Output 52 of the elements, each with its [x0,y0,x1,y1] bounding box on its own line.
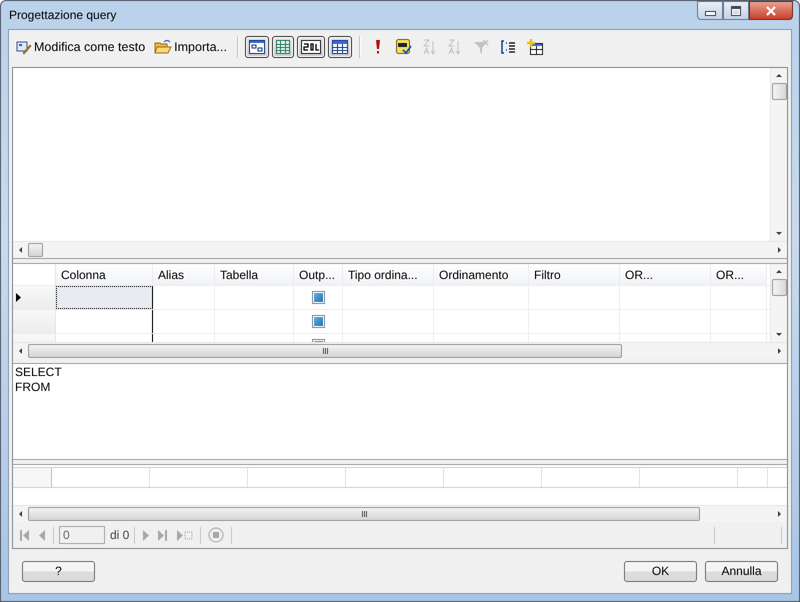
horizontal-scrollbar[interactable] [13,505,787,522]
grid-icon [276,40,290,54]
column-header[interactable]: OR... [620,264,711,285]
help-button[interactable]: ? [22,560,95,582]
close-button[interactable] [749,1,793,20]
diagram-icon [248,40,265,54]
cancel-button[interactable]: Annulla [705,560,778,582]
pencil-window-icon [16,38,32,54]
horizontal-scrollbar[interactable] [13,342,787,359]
exclamation-icon [374,39,381,54]
sql-icon [300,40,321,54]
row-header[interactable] [13,286,56,309]
column-header[interactable]: Outp... [294,264,343,285]
output-checkbox[interactable] [312,315,324,328]
horizontal-scrollbar[interactable] [13,241,787,258]
import-button[interactable]: Importa... [151,36,230,58]
output-checkbox[interactable] [312,291,324,304]
sql-pane-button[interactable] [296,36,325,58]
maximize-button[interactable] [723,1,749,20]
window-title: Progettazione query [9,8,116,22]
column-header[interactable]: Colonna [56,264,153,285]
column-header[interactable]: Filtro [529,264,620,285]
grid-cell[interactable] [56,286,153,309]
column-header[interactable]: Tabella [215,264,294,285]
vertical-scrollbar[interactable] [770,264,787,342]
diagram-pane-button[interactable] [244,36,269,58]
folder-icon [154,38,172,54]
current-row-icon [16,293,21,302]
results-header-cell[interactable] [13,468,52,487]
sql-editor[interactable]: SELECT FROM [13,364,787,460]
column-header[interactable]: OR... [711,264,767,285]
minimize-button[interactable] [697,1,723,20]
column-header[interactable]: Ordinamento [434,264,529,285]
record-count: di 0 [110,528,130,542]
add-table-icon [526,38,543,54]
vertical-scrollbar[interactable] [770,68,787,241]
filter-icon [472,38,489,54]
sql-line: FROM [15,380,52,395]
table-icon [332,40,348,54]
column-header[interactable]: Alias [153,264,215,285]
grid-pane-button[interactable] [272,36,294,58]
column-header[interactable]: Tipo ordina... [343,264,434,285]
sql-line: SELECT [15,365,63,380]
edit-as-text-button[interactable]: Modifica come testo [13,36,148,58]
results-pane-button[interactable] [328,36,352,58]
sort-icon [422,38,437,54]
record-field[interactable]: 0 [59,526,105,544]
check-document-icon [396,38,412,54]
bracket-list-icon [500,40,516,54]
ok-button[interactable]: OK [624,560,697,582]
close-icon [765,6,777,16]
sort-icon [448,38,462,54]
